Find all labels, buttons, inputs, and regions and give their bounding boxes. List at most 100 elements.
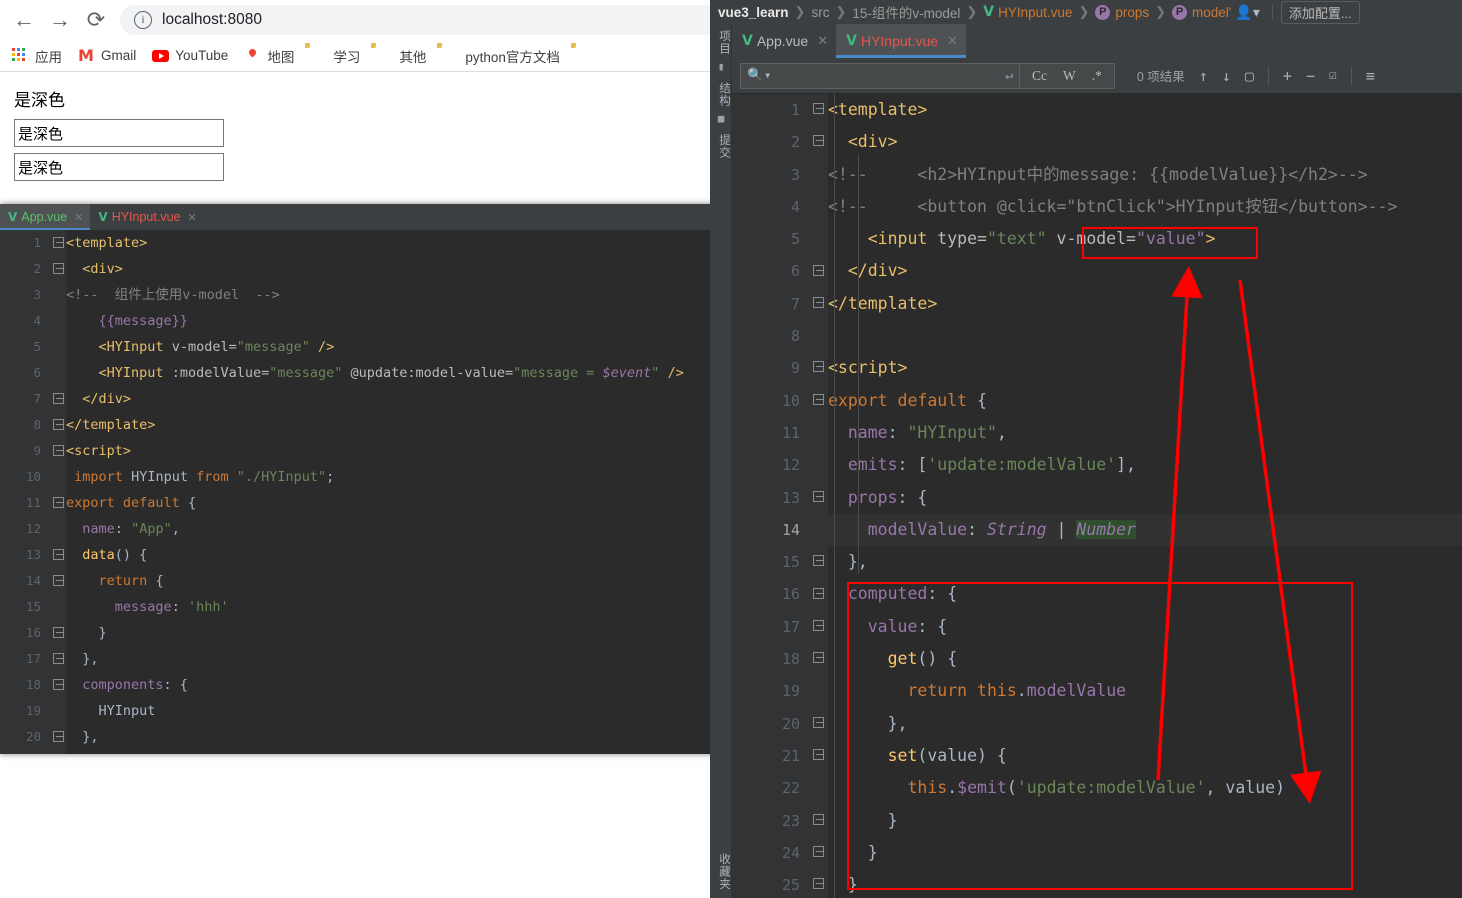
code-line[interactable]: }, [66, 646, 748, 672]
breadcrumb-project[interactable]: vue3_learn [718, 5, 789, 20]
match-case-toggle[interactable]: Cc [1024, 68, 1055, 84]
breadcrumb-model[interactable]: model' [1192, 5, 1231, 20]
code-line[interactable]: export default { [66, 490, 748, 516]
fold-end-icon[interactable] [51, 393, 65, 407]
code-line[interactable]: HYInput [66, 698, 748, 724]
bookmark-study[interactable]: 学习 [310, 46, 360, 66]
fold-collapse-icon[interactable] [811, 652, 825, 666]
fold-end-icon[interactable] [811, 716, 825, 731]
code-line[interactable]: } [828, 837, 1462, 869]
code-line[interactable]: export default { [828, 385, 1462, 417]
fold-collapse-icon[interactable] [51, 575, 65, 589]
tab-hyinput-vue[interactable]: V HYInput.vue ✕ [90, 204, 203, 230]
regex-toggle[interactable]: .* [1084, 68, 1110, 84]
back-button[interactable]: ← [6, 2, 42, 38]
code-line[interactable]: <div> [66, 256, 748, 282]
breadcrumb-file[interactable]: HYInput.vue [998, 5, 1072, 20]
fold-collapse-icon[interactable] [51, 445, 65, 459]
code-line[interactable]: </div> [828, 255, 1462, 287]
tab-hyinput-vue[interactable]: V HYInput.vue ✕ [836, 24, 966, 58]
code-line[interactable]: data() { [66, 542, 748, 568]
fold-collapse-icon[interactable] [51, 263, 65, 277]
code-line[interactable]: <!-- 组件上使用v-model --> [66, 282, 748, 308]
remove-occurrence-button[interactable]: − [1306, 67, 1315, 85]
address-bar[interactable]: i localhost:8080 [120, 5, 730, 35]
hyinput-field-2[interactable] [14, 153, 224, 181]
code-line[interactable]: }, [66, 724, 748, 750]
close-icon[interactable]: ✕ [817, 33, 828, 49]
multiline-toggle-icon[interactable]: ↵ [1005, 68, 1013, 83]
code-line[interactable]: <!-- <h2>HYInput中的message: {{modelValue}… [828, 159, 1462, 191]
code-area[interactable]: <template> <div> <!-- <h2>HYInput中的messag… [828, 94, 1462, 898]
code-line[interactable]: components: { [66, 672, 748, 698]
code-line[interactable]: } [828, 869, 1462, 898]
add-occurrence-button[interactable]: + [1283, 67, 1292, 85]
find-next-button[interactable]: ↓ [1222, 67, 1231, 85]
code-line[interactable]: }, [828, 546, 1462, 578]
code-line[interactable]: set(value) { [828, 740, 1462, 772]
code-line[interactable]: <HYInput v-model="message" /> [66, 334, 748, 360]
code-editor[interactable]: 1 2 3 4 5 6 7 8 9 10 11 12 13 14 15 16 17 18 19 20 21 22 23 24 2… [732, 94, 1462, 898]
fold-end-icon[interactable] [811, 845, 825, 860]
code-line[interactable]: </div> [66, 386, 748, 412]
filter-button[interactable]: ≡ [1366, 67, 1375, 85]
code-fold-gutter[interactable] [808, 94, 828, 898]
code-line[interactable] [828, 320, 1462, 352]
fold-collapse-icon[interactable] [51, 549, 65, 563]
hyinput-field-1[interactable] [14, 119, 224, 147]
fold-end-icon[interactable] [811, 264, 825, 279]
code-line[interactable]: } [828, 805, 1462, 837]
tab-app-vue[interactable]: V App.vue ✕ [732, 24, 836, 58]
code-line[interactable]: props: { [828, 482, 1462, 514]
fold-collapse-icon[interactable] [811, 135, 825, 149]
open-in-find-window-button[interactable]: ▢ [1245, 67, 1254, 85]
fold-end-icon[interactable] [811, 878, 825, 892]
code-line[interactable]: </template> [828, 288, 1462, 320]
code-line[interactable]: name: "HYInput", [828, 417, 1462, 449]
fold-collapse-icon[interactable] [811, 619, 825, 634]
select-all-occurrences-button[interactable]: ☑ [1329, 68, 1337, 83]
code-line[interactable]: <input type="text" v-model="value"> [828, 223, 1462, 255]
fold-end-icon[interactable] [51, 731, 65, 745]
breadcrumb-folder[interactable]: 15-组件的v-model [852, 2, 960, 22]
code-line[interactable]: return { [66, 568, 748, 594]
code-line[interactable]: this.$emit('update:modelValue', value) [828, 772, 1462, 804]
tool-button-commit[interactable]: 提交 [710, 128, 732, 161]
breadcrumb-props[interactable]: props [1115, 5, 1149, 20]
tool-button-structure[interactable]: 结构 [710, 76, 732, 109]
fold-collapse-icon[interactable] [811, 749, 825, 763]
code-line[interactable]: name: "App", [66, 516, 748, 542]
code-line[interactable]: <script> [828, 352, 1462, 384]
add-configuration-button[interactable]: 添加配置... [1280, 0, 1360, 24]
code-fold-gutter[interactable] [48, 230, 66, 754]
fold-collapse-icon[interactable] [811, 361, 825, 375]
fold-collapse-icon[interactable] [51, 497, 65, 511]
bookmark-gmail[interactable]: M Gmail [78, 47, 136, 64]
bookmark-extra[interactable] [576, 48, 599, 64]
code-line[interactable]: import HYInput from "./HYInput"; [66, 464, 748, 490]
fold-end-icon[interactable] [811, 296, 825, 311]
close-icon[interactable]: ✕ [74, 211, 83, 224]
tool-button-project[interactable]: 项目 [710, 24, 732, 57]
bookmark-maps[interactable]: 地图 [244, 46, 294, 66]
fold-collapse-icon[interactable] [811, 490, 825, 505]
fold-end-icon[interactable] [811, 555, 825, 569]
code-line[interactable]: value: { [828, 611, 1462, 643]
fold-collapse-icon[interactable] [811, 587, 825, 602]
breadcrumb-src[interactable]: src [811, 5, 829, 20]
structure-icon[interactable]: ■ [710, 109, 732, 128]
code-line[interactable]: get() { [828, 643, 1462, 675]
close-icon[interactable]: ✕ [947, 33, 958, 49]
code-line[interactable]: <div> [828, 126, 1462, 158]
chevron-down-icon[interactable]: ▼ [765, 71, 770, 80]
user-avatar-icon[interactable]: 👤▾ [1235, 4, 1259, 21]
code-line[interactable]: </template> [66, 412, 748, 438]
code-line[interactable]: }, [828, 708, 1462, 740]
fold-collapse-icon[interactable] [811, 103, 825, 117]
fold-end-icon[interactable] [51, 419, 65, 433]
bookmark-other[interactable]: 其他 [376, 46, 426, 66]
code-line[interactable]: <template> [66, 230, 748, 256]
bookmark-youtube[interactable]: YouTube [152, 48, 228, 64]
code-line[interactable]: emits: ['update:modelValue'], [828, 449, 1462, 481]
code-line[interactable]: modelValue: String | Number [828, 513, 1462, 547]
